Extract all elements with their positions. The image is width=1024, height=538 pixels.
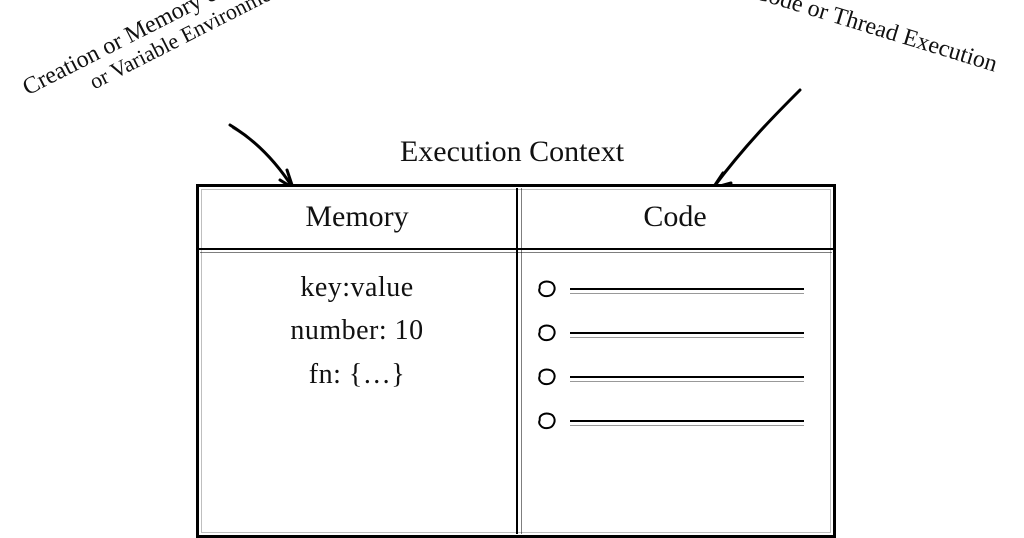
arrow-to-code: [695, 85, 805, 200]
memory-line-2: number: 10: [218, 309, 496, 352]
code-line-placeholder: [570, 332, 804, 334]
code-header: Code: [516, 186, 834, 248]
diagram-stage: Execution Context Creation or Memory cre…: [0, 0, 1024, 538]
execution-context-box: Memory Code key:value number: 10 fn: {…}: [196, 184, 836, 538]
memory-column: key:value number: 10 fn: {…}: [198, 250, 516, 538]
code-row: [536, 406, 804, 436]
diagram-title: Execution Context: [400, 135, 624, 169]
circle-icon: [536, 323, 558, 343]
code-row: [536, 318, 804, 348]
code-row: [536, 274, 804, 304]
memory-line-1: key:value: [218, 266, 496, 309]
code-column: [516, 250, 834, 538]
annotation-memory-phase: Creation or Memory creation phase or Var…: [19, 0, 346, 123]
memory-header: Memory: [198, 186, 516, 248]
annotation-code-thread: Code or Thread Execution: [750, 0, 1000, 78]
code-line-placeholder: [570, 376, 804, 378]
body-row: key:value number: 10 fn: {…}: [198, 250, 834, 538]
code-line-placeholder: [570, 420, 804, 422]
circle-icon: [536, 279, 558, 299]
circle-icon: [536, 367, 558, 387]
header-row: Memory Code: [198, 186, 834, 250]
circle-icon: [536, 411, 558, 431]
code-row: [536, 362, 804, 392]
memory-content: key:value number: 10 fn: {…}: [218, 266, 496, 396]
memory-line-3: fn: {…}: [218, 353, 496, 396]
code-rows-container: [536, 266, 814, 436]
code-line-placeholder: [570, 288, 804, 290]
